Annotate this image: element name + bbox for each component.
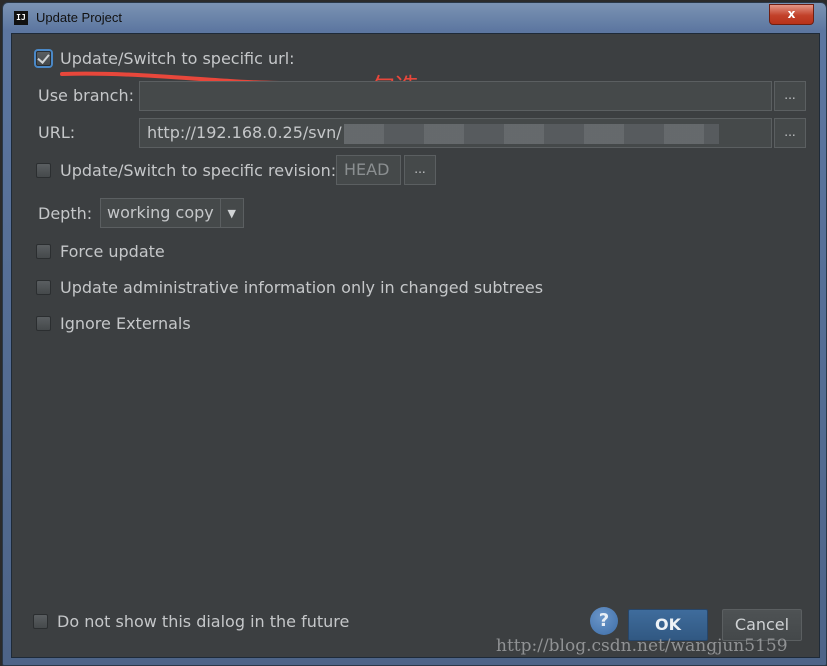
help-button[interactable]: ?: [590, 607, 618, 635]
admin-only-row[interactable]: Update administrative information only i…: [36, 278, 543, 297]
depth-selected-value: working copy: [101, 199, 221, 227]
switch-revision-row[interactable]: Update/Switch to specific revision:: [36, 161, 336, 180]
revision-browse-button[interactable]: ...: [404, 155, 436, 185]
ignore-externals-row[interactable]: Ignore Externals: [36, 314, 191, 333]
branch-browse-button[interactable]: ...: [774, 81, 806, 111]
ignore-externals-checkbox[interactable]: [36, 316, 51, 331]
switch-url-row[interactable]: Update/Switch to specific url:: [36, 49, 295, 68]
switch-url-checkbox[interactable]: [36, 51, 51, 66]
url-input[interactable]: http://192.168.0.25/svn/: [139, 118, 772, 148]
branch-input[interactable]: [139, 81, 772, 111]
revision-input[interactable]: HEAD: [336, 155, 401, 185]
url-redacted-blur: [343, 123, 719, 144]
switch-revision-label: Update/Switch to specific revision:: [60, 161, 337, 180]
do-not-show-checkbox[interactable]: [33, 614, 48, 629]
title-bar[interactable]: IJ Update Project x: [3, 3, 826, 33]
url-value: http://192.168.0.25/svn/: [147, 123, 342, 142]
ignore-externals-label: Ignore Externals: [60, 314, 191, 333]
force-update-checkbox[interactable]: [36, 244, 51, 259]
admin-only-checkbox[interactable]: [36, 280, 51, 295]
use-branch-label: Use branch:: [38, 86, 134, 105]
question-mark-icon: ?: [598, 610, 610, 631]
dialog-content: Update/Switch to specific url: 勾选 Use br…: [11, 33, 820, 658]
force-update-label: Force update: [60, 242, 165, 261]
depth-dropdown[interactable]: working copy ▼: [100, 198, 244, 228]
depth-label: Depth:: [38, 204, 93, 223]
intellij-app-icon: IJ: [14, 11, 28, 25]
force-update-row[interactable]: Force update: [36, 242, 165, 261]
update-project-dialog: IJ Update Project x Update/Switch to spe…: [2, 2, 827, 666]
switch-url-label: Update/Switch to specific url:: [60, 49, 295, 68]
watermark-text: http://blog.csdn.net/wangjun5159: [496, 636, 788, 656]
url-browse-button[interactable]: ...: [774, 118, 806, 148]
do-not-show-label: Do not show this dialog in the future: [57, 612, 350, 631]
triangle-down-icon: ▼: [227, 206, 236, 220]
admin-only-label: Update administrative information only i…: [60, 278, 544, 297]
close-icon: x: [787, 7, 796, 21]
window-title: Update Project: [36, 10, 122, 25]
url-label: URL:: [38, 123, 76, 142]
do-not-show-row[interactable]: Do not show this dialog in the future: [33, 612, 349, 631]
switch-revision-checkbox[interactable]: [36, 163, 51, 178]
close-button[interactable]: x: [769, 4, 814, 25]
